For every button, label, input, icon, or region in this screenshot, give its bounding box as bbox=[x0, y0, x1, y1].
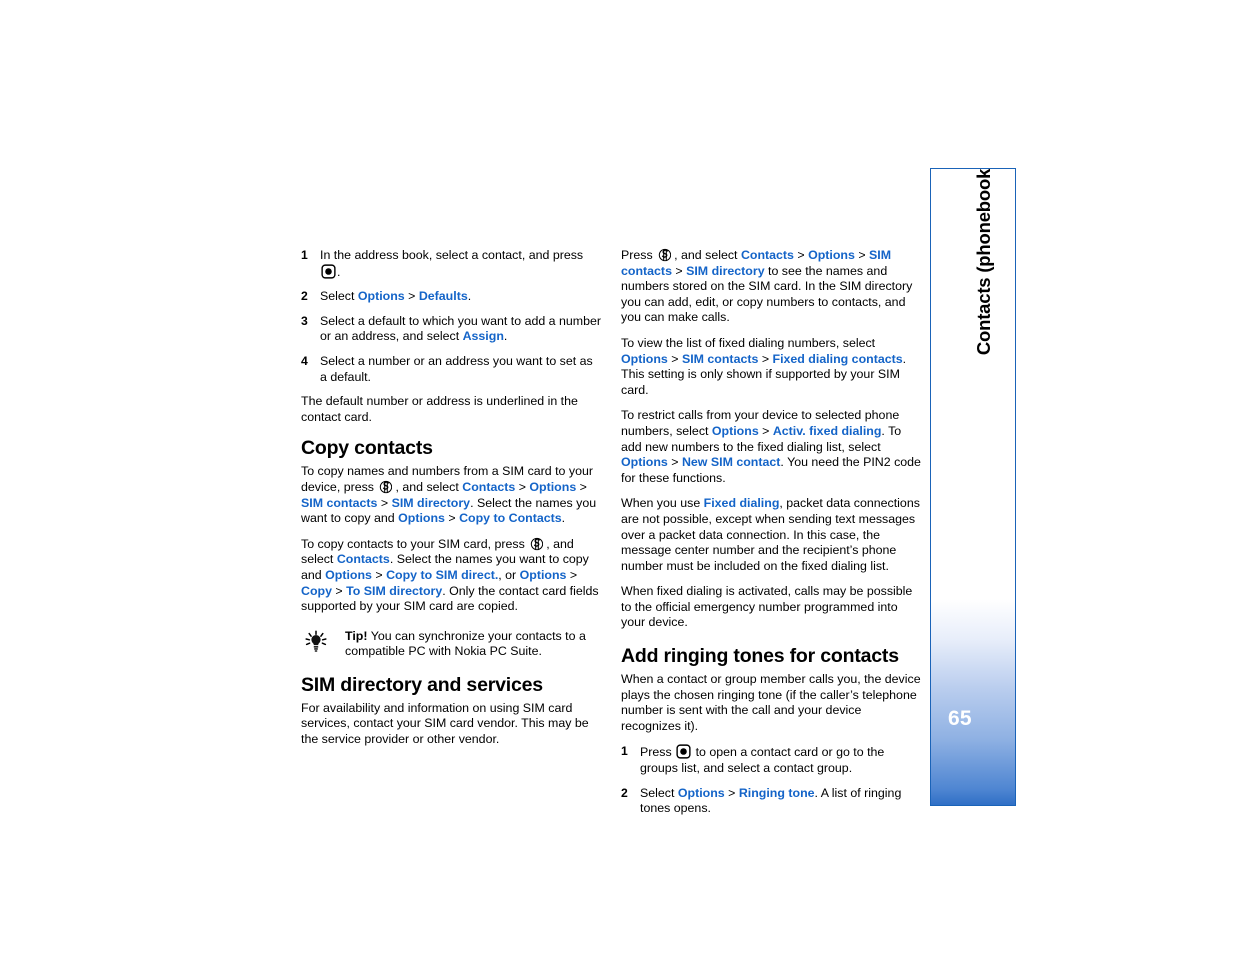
list-item: 1 Press to open a contact card or go to … bbox=[621, 744, 923, 776]
step-text: Select Options > Defaults. bbox=[320, 289, 472, 304]
ui-term: New SIM contact bbox=[681, 455, 781, 470]
step-number: 2 bbox=[621, 785, 628, 800]
step-text: Select Options > Ringing tone. A list of… bbox=[640, 785, 902, 816]
sim-paragraph-4: When you use Fixed dialing, packet data … bbox=[621, 496, 920, 573]
step-number: 1 bbox=[301, 248, 308, 262]
list-item: 3 Select a default to which you want to … bbox=[301, 314, 603, 345]
path-separator: > bbox=[758, 351, 773, 366]
ui-term: Copy bbox=[301, 583, 332, 598]
ui-term: SIM directory bbox=[391, 495, 471, 510]
sim-directory-paragraph: For availability and information on usin… bbox=[301, 700, 589, 747]
step-number: 4 bbox=[301, 353, 308, 368]
sim-paragraph-2: To view the list of fixed dialing number… bbox=[621, 335, 907, 397]
ui-term: Ringing tone bbox=[738, 785, 815, 800]
ui-term: Fixed dialing contacts bbox=[772, 351, 903, 366]
path-separator: > bbox=[377, 495, 392, 510]
path-separator: > bbox=[331, 583, 347, 598]
chapter-sidebar-tab: Contacts (phonebook) 65 bbox=[930, 168, 1016, 806]
ui-term: To SIM directory bbox=[346, 583, 443, 598]
ui-term: Options bbox=[808, 248, 855, 262]
ui-term: Options bbox=[677, 785, 725, 800]
ui-term: Assign bbox=[462, 329, 504, 344]
step-text: Select a number or an address you want t… bbox=[320, 353, 593, 384]
list-item: 2 Select Options > Defaults. bbox=[301, 289, 603, 305]
ui-term: Options bbox=[621, 351, 668, 366]
right-text-column: Press , and select Contacts > Options > … bbox=[621, 248, 923, 826]
ui-term: Options bbox=[711, 423, 759, 438]
path-separator: > bbox=[576, 479, 587, 494]
step-number: 2 bbox=[301, 289, 308, 304]
section-heading-add-ringing-tones: Add ringing tones for contacts bbox=[621, 645, 899, 668]
ui-term: Options bbox=[519, 567, 567, 582]
list-item: 2 Select Options > Ringing tone. A list … bbox=[621, 786, 923, 817]
ui-term: Fixed dialing bbox=[703, 496, 780, 511]
left-text-column: 1 In the address book, select a contact,… bbox=[301, 248, 603, 758]
ui-term: Contacts bbox=[740, 248, 794, 262]
sim-paragraph-5: When fixed dialing is activated, calls m… bbox=[621, 584, 913, 630]
step-number: 3 bbox=[301, 313, 308, 328]
defaults-note: The default number or address is underli… bbox=[301, 394, 578, 424]
step-number: 1 bbox=[621, 744, 628, 759]
tip-label: Tip! You can synchronize your contacts t… bbox=[345, 628, 586, 659]
tip-block: Tip! You can synchronize your contacts t… bbox=[301, 629, 603, 660]
path-separator: > bbox=[515, 479, 530, 494]
lightbulb-tip-icon bbox=[304, 630, 328, 654]
ui-term: Options bbox=[529, 479, 577, 494]
copy-contacts-paragraph-1: To copy names and numbers from a SIM car… bbox=[301, 464, 597, 526]
menu-key-icon bbox=[658, 248, 672, 262]
ui-term: Options bbox=[621, 455, 668, 470]
path-separator: > bbox=[404, 289, 419, 304]
ui-term: Options bbox=[325, 567, 372, 582]
sidebar-title-rotated: Contacts (phonebook) bbox=[973, 168, 995, 356]
ui-term: Defaults bbox=[418, 289, 468, 304]
ui-term: Options bbox=[357, 289, 405, 304]
step-text: Select a default to which you want to ad… bbox=[320, 313, 602, 344]
ui-term: SIM contacts bbox=[301, 495, 378, 510]
ui-term: Options bbox=[398, 511, 445, 526]
sidebar-chapter-title: Contacts (phonebook) bbox=[973, 168, 994, 356]
step-text: In the address book, select a contact, a… bbox=[320, 248, 584, 279]
ui-term: Copy to Contacts bbox=[459, 511, 562, 526]
path-separator: > bbox=[793, 248, 809, 262]
path-separator: > bbox=[758, 423, 773, 438]
page-number: 65 bbox=[948, 707, 972, 730]
path-separator: > bbox=[371, 567, 387, 582]
path-separator: > bbox=[667, 351, 682, 366]
list-item: 1 In the address book, select a contact,… bbox=[301, 248, 603, 280]
copy-contacts-paragraph-2: To copy contacts to your SIM card, press… bbox=[301, 536, 599, 614]
section-heading-copy-contacts: Copy contacts bbox=[301, 437, 433, 460]
path-separator: > bbox=[671, 263, 687, 278]
section-heading-sim-directory: SIM directory and services bbox=[301, 673, 543, 696]
path-separator: > bbox=[724, 785, 739, 800]
path-separator: > bbox=[566, 567, 578, 582]
ui-term: Contacts bbox=[462, 479, 516, 494]
select-key-icon bbox=[321, 264, 336, 279]
step-text: Press to open a contact card or go to th… bbox=[640, 744, 885, 776]
manual-page: 1 In the address book, select a contact,… bbox=[0, 0, 1235, 954]
ui-term: Contacts bbox=[336, 552, 390, 567]
ui-term: SIM contacts bbox=[681, 351, 759, 366]
menu-key-icon bbox=[379, 480, 393, 494]
ui-term: Copy to SIM direct. bbox=[386, 567, 499, 582]
ui-term: SIM directory bbox=[686, 263, 765, 278]
path-separator: > bbox=[854, 248, 870, 262]
path-separator: > bbox=[444, 511, 460, 526]
list-item: 4 Select a number or an address you want… bbox=[301, 354, 603, 385]
path-separator: > bbox=[667, 455, 682, 470]
sim-paragraph-1: Press , and select Contacts > Options > … bbox=[621, 248, 913, 325]
sim-paragraph-3: To restrict calls from your device to se… bbox=[621, 408, 921, 485]
defaults-step-list: 1 In the address book, select a contact,… bbox=[301, 248, 603, 385]
ringing-tones-intro: When a contact or group member calls you… bbox=[621, 672, 921, 733]
tip-text: You can synchronize your contacts to a c… bbox=[345, 628, 586, 659]
ui-term: Activ. fixed dialing bbox=[772, 423, 882, 438]
ringing-step-list: 1 Press to open a contact card or go to … bbox=[621, 744, 923, 816]
menu-key-icon bbox=[530, 537, 544, 551]
select-key-icon bbox=[676, 744, 691, 760]
